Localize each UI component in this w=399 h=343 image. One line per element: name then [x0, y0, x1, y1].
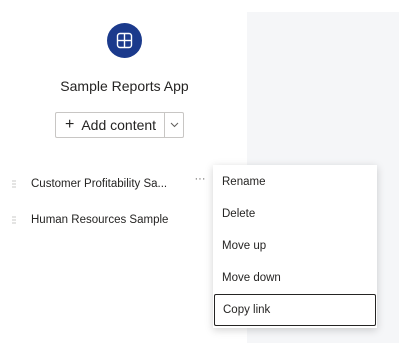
add-content-dropdown-button[interactable] [165, 112, 185, 138]
nav-item-label: Customer Profitability Sa... [31, 178, 168, 190]
add-content-label: Add content [81, 117, 157, 133]
more-options-button[interactable]: ··· [193, 173, 207, 187]
app-logo-glyph-icon [116, 32, 133, 49]
add-content-group: + Add content [55, 112, 185, 138]
menu-item-rename[interactable]: Rename [213, 166, 377, 198]
nav-item-label: Human Resources Sample [31, 214, 169, 226]
add-content-button[interactable]: + Add content [55, 112, 166, 138]
nav-item-customer-profitability[interactable]: Customer Profitability Sa... [10, 174, 167, 194]
menu-item-copy-link[interactable]: Copy link [214, 294, 376, 326]
menu-item-move-up[interactable]: Move up [213, 230, 377, 262]
plus-icon: + [65, 116, 75, 133]
menu-item-move-down[interactable]: Move down [213, 262, 377, 294]
nav-item-human-resources[interactable]: Human Resources Sample [10, 210, 168, 230]
chevron-down-icon [170, 122, 178, 128]
drag-handle-icon[interactable] [10, 216, 18, 224]
app-title: Sample Reports App [60, 78, 189, 94]
app-icon [107, 23, 142, 58]
drag-handle-icon[interactable] [10, 180, 18, 188]
context-menu: Rename Delete Move up Move down Copy lin… [213, 165, 377, 328]
menu-item-delete[interactable]: Delete [213, 198, 377, 230]
